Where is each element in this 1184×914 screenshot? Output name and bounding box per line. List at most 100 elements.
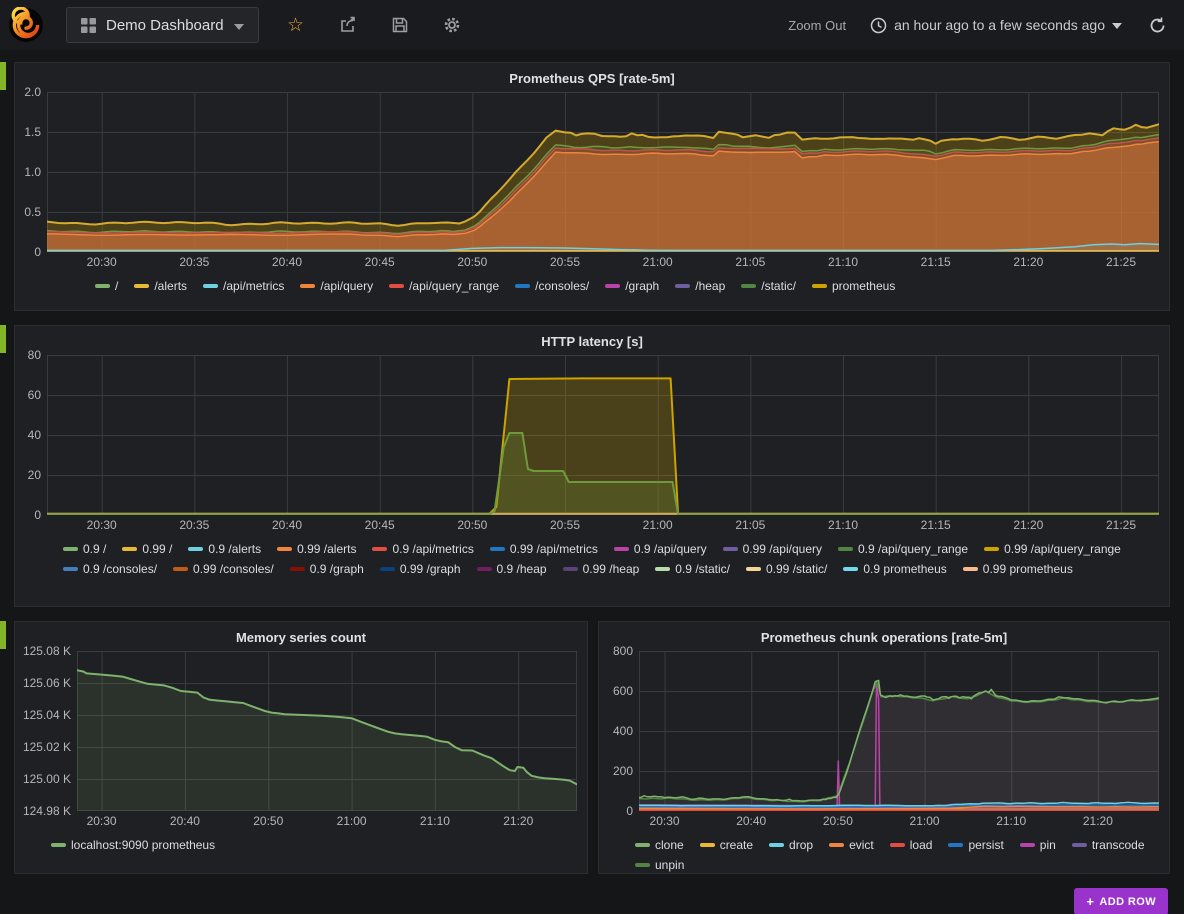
gear-icon[interactable] bbox=[441, 14, 463, 36]
chart-legend: localhost:9090 prometheus bbox=[15, 838, 587, 852]
panel-title[interactable]: Prometheus chunk operations [rate-5m] bbox=[599, 622, 1169, 651]
y-tick-label: 400 bbox=[613, 724, 633, 738]
legend-item[interactable]: prometheus bbox=[812, 279, 895, 293]
legend-item[interactable]: unpin bbox=[635, 858, 684, 872]
legend-label: load bbox=[910, 838, 933, 852]
legend-item[interactable]: localhost:9090 prometheus bbox=[51, 838, 215, 852]
x-tick-label: 20:55 bbox=[550, 255, 580, 269]
chart-plot-area[interactable] bbox=[47, 355, 1159, 515]
time-range-picker[interactable]: an hour ago to a few seconds ago bbox=[870, 17, 1122, 34]
legend-item[interactable]: 0.99 /api/query_range bbox=[984, 542, 1121, 556]
legend-label: 0.9 /static/ bbox=[675, 562, 730, 576]
panel-memory-series-count: Memory series count 124.98 K125.00 K125.… bbox=[14, 621, 588, 874]
legend-item[interactable]: /alerts bbox=[134, 279, 187, 293]
legend-item[interactable]: /graph bbox=[605, 279, 659, 293]
legend-item[interactable]: /api/metrics bbox=[203, 279, 284, 293]
legend-item[interactable]: create bbox=[700, 838, 753, 852]
legend-item[interactable]: pin bbox=[1020, 838, 1056, 852]
x-tick-label: 20:30 bbox=[87, 255, 117, 269]
panel-title[interactable]: HTTP latency [s] bbox=[15, 326, 1169, 355]
grafana-logo-icon[interactable] bbox=[8, 7, 44, 43]
legend-swatch bbox=[95, 284, 110, 288]
legend-item[interactable]: /static/ bbox=[741, 279, 796, 293]
legend-item[interactable]: 0.9 /api/query bbox=[614, 542, 707, 556]
chart-plot-area[interactable] bbox=[639, 651, 1159, 811]
legend-item[interactable]: drop bbox=[769, 838, 813, 852]
dashboard-row-2: HTTP latency [s] 020406080 20:3020:3520:… bbox=[14, 325, 1170, 607]
legend-item[interactable]: 0.99 /graph bbox=[380, 562, 461, 576]
share-icon[interactable] bbox=[337, 14, 359, 36]
legend-item[interactable]: 0.99 prometheus bbox=[963, 562, 1073, 576]
legend-item[interactable]: /heap bbox=[675, 279, 725, 293]
x-tick-label: 21:00 bbox=[910, 814, 940, 828]
legend-item[interactable]: 0.99 /api/metrics bbox=[490, 542, 598, 556]
legend-item[interactable]: 0.9 /graph bbox=[290, 562, 364, 576]
y-tick-label: 0 bbox=[626, 804, 633, 818]
legend-item[interactable]: 0.9 / bbox=[63, 542, 106, 556]
legend-item[interactable]: /consoles/ bbox=[515, 279, 589, 293]
row-collapse-handle[interactable] bbox=[0, 325, 6, 353]
legend-label: 0.9 /api/query_range bbox=[858, 542, 968, 556]
legend-item[interactable]: 0.9 /api/query_range bbox=[838, 542, 968, 556]
legend-item[interactable]: 0.99 /api/query bbox=[723, 542, 822, 556]
legend-item[interactable]: evict bbox=[829, 838, 874, 852]
legend-swatch bbox=[290, 567, 305, 571]
legend-item[interactable]: 0.9 /static/ bbox=[655, 562, 730, 576]
legend-label: 0.99 /heap bbox=[583, 562, 640, 576]
legend-item[interactable]: clone bbox=[635, 838, 684, 852]
legend-item[interactable]: 0.99 / bbox=[122, 542, 172, 556]
refresh-icon[interactable] bbox=[1146, 14, 1168, 36]
x-tick-label: 20:30 bbox=[87, 814, 117, 828]
legend-item[interactable]: 0.9 /alerts bbox=[188, 542, 261, 556]
legend-label: prometheus bbox=[832, 279, 895, 293]
panel-title[interactable]: Memory series count bbox=[15, 622, 587, 651]
legend-label: /api/query_range bbox=[409, 279, 499, 293]
y-tick-label: 0 bbox=[34, 245, 41, 259]
legend-swatch bbox=[389, 284, 404, 288]
legend-swatch bbox=[890, 843, 905, 847]
legend-item[interactable]: 0.9 prometheus bbox=[843, 562, 946, 576]
x-tick-label: 20:40 bbox=[736, 814, 766, 828]
star-icon[interactable]: ☆ bbox=[285, 14, 307, 36]
legend-label: 0.99 / bbox=[142, 542, 172, 556]
legend-item[interactable]: load bbox=[890, 838, 933, 852]
legend-swatch bbox=[829, 843, 844, 847]
dashboard-picker-button[interactable]: Demo Dashboard bbox=[66, 7, 259, 43]
add-row-button[interactable]: + ADD ROW bbox=[1074, 888, 1168, 914]
plus-icon: + bbox=[1086, 894, 1094, 909]
legend-item[interactable]: / bbox=[95, 279, 118, 293]
clock-icon bbox=[870, 17, 887, 34]
y-tick-label: 80 bbox=[28, 348, 41, 362]
zoom-out-button[interactable]: Zoom Out bbox=[788, 18, 846, 33]
legend-item[interactable]: 0.99 /heap bbox=[563, 562, 640, 576]
legend-label: 0.99 prometheus bbox=[983, 562, 1073, 576]
legend-label: /alerts bbox=[154, 279, 187, 293]
chart-plot-area[interactable] bbox=[77, 651, 577, 811]
legend-item[interactable]: 0.99 /static/ bbox=[746, 562, 827, 576]
row-collapse-handle[interactable] bbox=[0, 621, 6, 649]
time-range-label: an hour ago to a few seconds ago bbox=[894, 17, 1105, 33]
legend-swatch bbox=[300, 284, 315, 288]
legend-label: 0.99 /alerts bbox=[297, 542, 356, 556]
x-tick-label: 20:55 bbox=[550, 518, 580, 532]
y-tick-label: 125.04 K bbox=[23, 708, 71, 722]
legend-label: pin bbox=[1040, 838, 1056, 852]
legend-item[interactable]: 0.9 /heap bbox=[477, 562, 547, 576]
row-collapse-handle[interactable] bbox=[0, 62, 6, 90]
legend-item[interactable]: 0.9 /consoles/ bbox=[63, 562, 157, 576]
legend-item[interactable]: transcode bbox=[1072, 838, 1145, 852]
x-tick-label: 21:25 bbox=[1106, 255, 1136, 269]
legend-item[interactable]: 0.99 /alerts bbox=[277, 542, 356, 556]
legend-item[interactable]: /api/query_range bbox=[389, 279, 499, 293]
legend-item[interactable]: persist bbox=[948, 838, 1003, 852]
legend-label: localhost:9090 prometheus bbox=[71, 838, 215, 852]
x-tick-label: 21:10 bbox=[420, 814, 450, 828]
chart-plot-area[interactable] bbox=[47, 92, 1159, 252]
x-tick-label: 21:00 bbox=[643, 518, 673, 532]
panel-title[interactable]: Prometheus QPS [rate-5m] bbox=[15, 63, 1169, 92]
legend-item[interactable]: 0.99 /consoles/ bbox=[173, 562, 274, 576]
legend-item[interactable]: /api/query bbox=[300, 279, 373, 293]
save-icon[interactable] bbox=[389, 14, 411, 36]
legend-item[interactable]: 0.9 /api/metrics bbox=[372, 542, 473, 556]
legend-swatch bbox=[614, 547, 629, 551]
